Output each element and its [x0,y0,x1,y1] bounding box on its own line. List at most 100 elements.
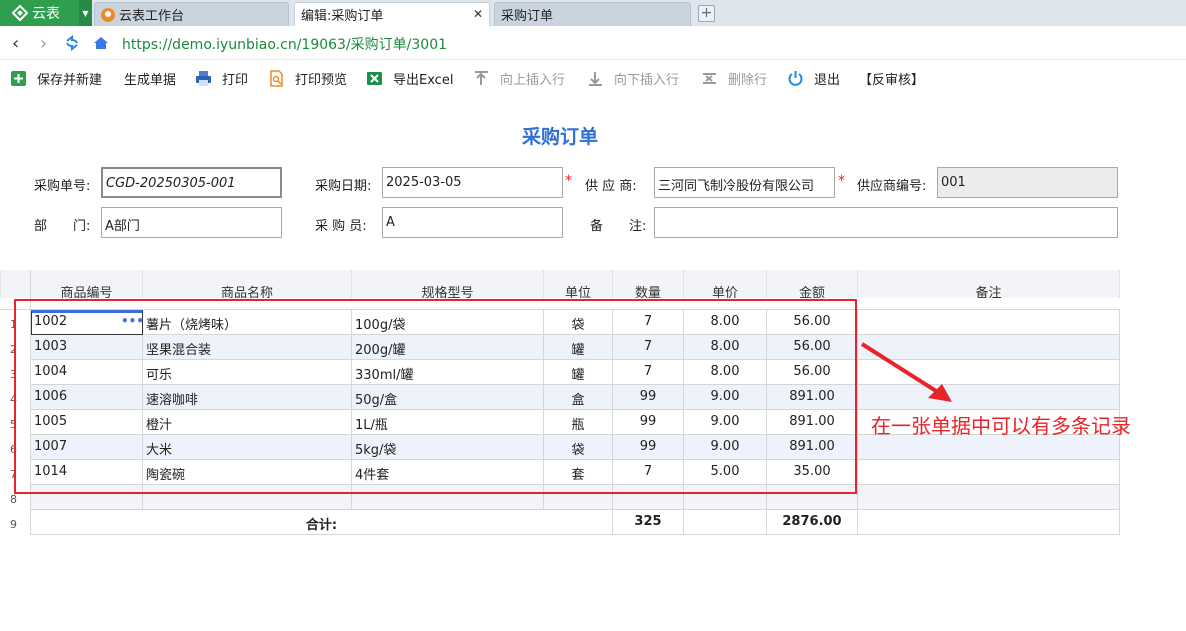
grid-cell-name[interactable]: 大米 [143,435,352,460]
supplier-field[interactable]: 三河同飞制冷股份有限公司 [654,167,835,198]
grid-cell-price[interactable]: 5.00 [684,460,767,485]
grid-cell-amount[interactable]: 891.00 [767,435,858,460]
grid-cell-unit[interactable]: 袋 [544,435,613,460]
grid-cell-amount[interactable]: 56.00 [767,360,858,385]
dept-field[interactable]: A部门 [101,207,282,238]
grid-cell-name[interactable]: 薯片（烧烤味） [143,310,352,335]
order-no-field[interactable]: CGD-20250305-001 [101,167,282,198]
print-preview-button[interactable]: 打印预览 [268,68,347,88]
grid-cell-name[interactable] [143,485,352,510]
grid-cell-qty[interactable]: 99 [613,410,684,435]
grid-cell-qty[interactable]: 99 [613,385,684,410]
print-button[interactable]: 打印 [195,68,248,88]
date-field[interactable]: 2025-03-05 [382,167,563,198]
grid-cell-price[interactable]: 8.00 [684,335,767,360]
grid-cell-spec[interactable]: 50g/盒 [352,385,544,410]
unaudit-button[interactable]: 【反审核】 [859,68,924,88]
generate-button[interactable]: 生成单据 [124,68,176,88]
tab-workbench[interactable]: 云表工作台 [94,2,289,26]
insert-below-icon [589,71,602,86]
new-tab-button[interactable]: + [698,5,715,22]
grid-cell-amount[interactable] [767,485,858,510]
grid-cell-note[interactable] [858,460,1120,485]
grid-cell-spec[interactable]: 4件套 [352,460,544,485]
tab-edit-purchase-order[interactable]: 编辑:采购订单 ✕ [294,2,490,26]
app-menu-button[interactable]: 云表 ▼ [0,0,92,26]
total-note-empty [858,510,1120,535]
grid-cell-name[interactable]: 坚果混合装 [143,335,352,360]
exit-label: 退出 [814,72,841,88]
grid-cell-price[interactable] [684,485,767,510]
supplier-code-label: 供应商编号: [857,179,927,194]
tab-purchase-order[interactable]: 采购订单 [494,2,691,26]
grid-cell-note[interactable] [858,485,1120,510]
grid-cell-spec[interactable]: 1L/瓶 [352,410,544,435]
grid-cell-price[interactable]: 9.00 [684,385,767,410]
more-options-icon[interactable]: ••• [121,314,144,328]
grid-cell-note[interactable] [858,310,1120,335]
buyer-label: 采 购 员: [315,219,367,234]
insert-above-label: 向上插入行 [500,72,566,88]
grid-cell-amount[interactable]: 891.00 [767,385,858,410]
chevron-down-icon[interactable]: ▼ [79,0,92,26]
grid-cell-amount[interactable]: 35.00 [767,460,858,485]
grid-cell-price[interactable]: 8.00 [684,360,767,385]
grid-cell-unit[interactable]: 套 [544,460,613,485]
grid-cell-qty[interactable]: 7 [613,335,684,360]
home-icon[interactable] [93,35,109,51]
grid-cell-code[interactable]: 1003 [31,335,143,360]
url-text[interactable]: https://demo.iyunbiao.cn/19063/采购订单/3001 [122,34,447,54]
row-number: 2 [10,343,17,356]
grid-cell-unit[interactable] [544,485,613,510]
grid-cell-name[interactable]: 可乐 [143,360,352,385]
grid-cell-code[interactable] [31,485,143,510]
grid-cell-code[interactable]: 1006 [31,385,143,410]
grid-cell-unit[interactable]: 瓶 [544,410,613,435]
save-new-label: 保存并新建 [37,72,103,88]
grid-cell-code[interactable]: 1004 [31,360,143,385]
refresh-icon[interactable] [64,35,80,51]
header-band [0,298,1120,310]
exit-button[interactable]: 退出 [787,68,840,88]
print-preview-icon [270,69,283,87]
back-icon[interactable]: ‹ [12,33,19,54]
delete-row-icon [703,72,716,84]
address-bar: ‹ › https://demo.iyunbiao.cn/19063/采购订单/… [0,26,1186,60]
grid-cell-amount[interactable]: 56.00 [767,335,858,360]
grid-cell-spec[interactable]: 100g/袋 [352,310,544,335]
grid-cell-name[interactable]: 橙汁 [143,410,352,435]
grid-cell-price[interactable]: 9.00 [684,410,767,435]
grid-cell-spec[interactable]: 200g/罐 [352,335,544,360]
grid-cell-name[interactable]: 速溶咖啡 [143,385,352,410]
grid-cell-code[interactable]: 1005 [31,410,143,435]
delete-row-button[interactable]: 删除行 [701,68,767,88]
grid-cell-unit[interactable]: 袋 [544,310,613,335]
export-excel-button[interactable]: 导出Excel [366,68,453,88]
generate-label: 生成单据 [124,72,177,88]
grid-cell-unit[interactable]: 罐 [544,335,613,360]
grid-cell-qty[interactable]: 7 [613,360,684,385]
grid-cell-qty[interactable]: 99 [613,435,684,460]
buyer-field[interactable]: A [382,207,563,238]
note-field[interactable] [654,207,1118,238]
grid-cell-unit[interactable]: 盒 [544,385,613,410]
grid-cell-spec[interactable]: 330ml/罐 [352,360,544,385]
grid-cell-unit[interactable]: 罐 [544,360,613,385]
grid-cell-price[interactable]: 9.00 [684,435,767,460]
forward-icon[interactable]: › [40,33,47,54]
save-new-button[interactable]: 保存并新建 [10,68,102,88]
grid-cell-name[interactable]: 陶瓷碗 [143,460,352,485]
grid-cell-amount[interactable]: 891.00 [767,410,858,435]
grid-cell-qty[interactable] [613,485,684,510]
grid-cell-qty[interactable]: 7 [613,460,684,485]
grid-cell-code[interactable]: 1007 [31,435,143,460]
insert-below-button[interactable]: 向下插入行 [587,68,679,88]
grid-cell-price[interactable]: 8.00 [684,310,767,335]
grid-cell-spec[interactable] [352,485,544,510]
grid-cell-qty[interactable]: 7 [613,310,684,335]
grid-cell-code[interactable]: 1014 [31,460,143,485]
insert-above-button[interactable]: 向上插入行 [473,68,565,88]
grid-cell-spec[interactable]: 5kg/袋 [352,435,544,460]
grid-cell-amount[interactable]: 56.00 [767,310,858,335]
close-icon[interactable]: ✕ [473,7,483,21]
